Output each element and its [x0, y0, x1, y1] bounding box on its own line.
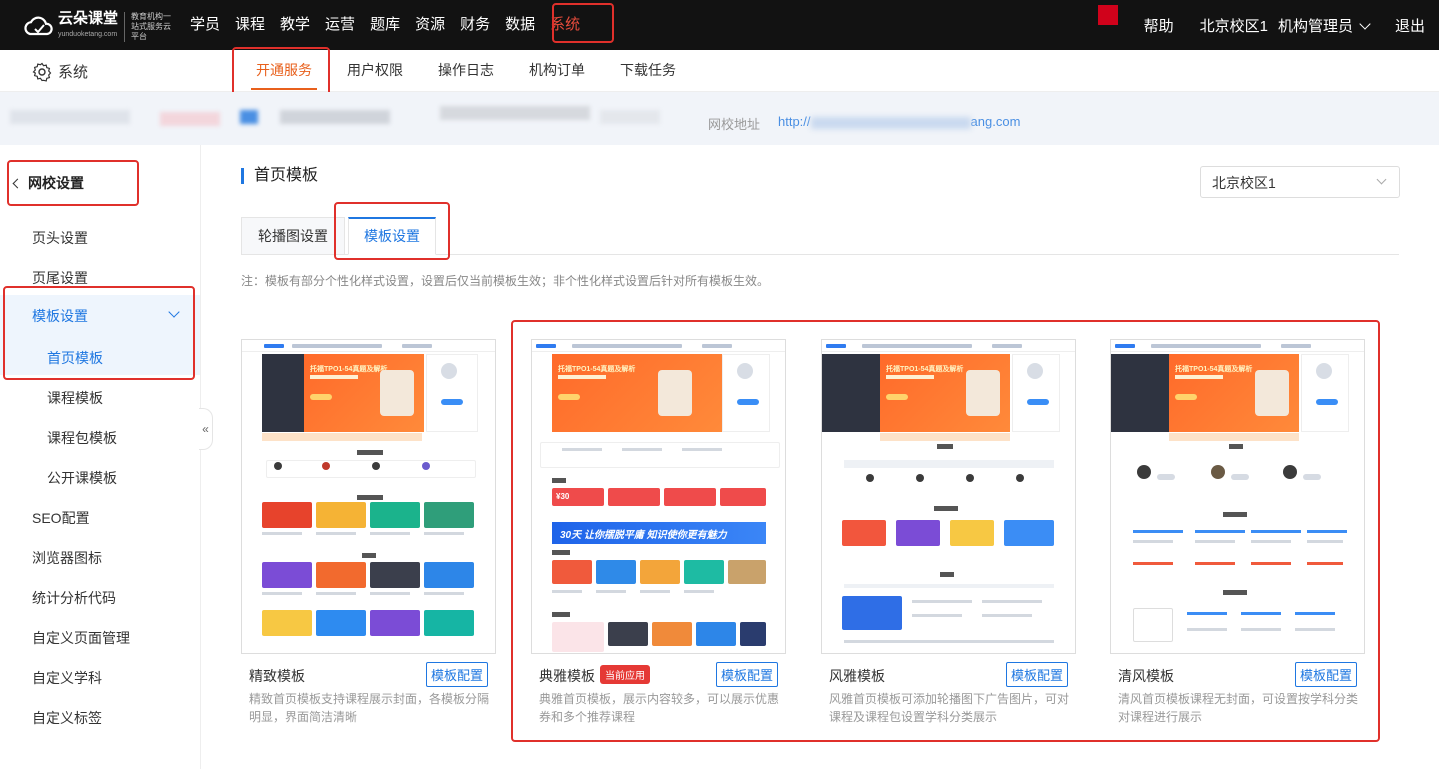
sidebar-item-custom-tags[interactable]: 自定义标签	[32, 708, 102, 728]
role-menu[interactable]: 机构管理员	[1277, 15, 1371, 36]
blurred-content	[240, 110, 258, 124]
blurred-content	[600, 110, 660, 124]
tab-user-permissions[interactable]: 用户权限	[347, 50, 403, 92]
section-title-label: 系统	[58, 64, 89, 81]
logout-link[interactable]: 退出	[1395, 15, 1425, 36]
sidebar-collapse-button[interactable]: «	[199, 408, 213, 450]
campus-switch[interactable]: 北京校区1	[1200, 15, 1268, 36]
sub-navigation-bar: 系统 开通服务 用户权限 操作日志 机构订单 下载任务	[0, 50, 1439, 92]
template-note: 注：模板有部分个性化样式设置，设置后仅当前模板生效；非个性化样式设置后针对所有模…	[241, 274, 770, 288]
nav-teaching[interactable]: 教学	[280, 0, 310, 50]
settings-sidebar: 网校设置 页头设置 页尾设置 模板设置 首页模板 课程模板 课程包模板 公开课模…	[0, 145, 201, 769]
nav-students[interactable]: 学员	[190, 0, 220, 50]
sidebar-item-analytics-code[interactable]: 统计分析代码	[32, 588, 116, 608]
template-config-button[interactable]: 模板配置	[425, 662, 488, 687]
nav-courses[interactable]: 课程	[235, 0, 265, 50]
notification-marker[interactable]	[1097, 5, 1118, 25]
nav-resources[interactable]: 资源	[415, 0, 445, 50]
sidebar-item-favicon[interactable]: 浏览器图标	[32, 548, 102, 568]
template-name: 精致模板	[249, 668, 305, 684]
nav-question-bank[interactable]: 题库	[370, 0, 400, 50]
highlight-template-cards	[511, 320, 1380, 742]
chevron-down-icon	[1376, 174, 1387, 185]
sidebar-item-seo[interactable]: SEO配置	[32, 508, 90, 528]
school-address-url[interactable]: http://ang.com	[778, 114, 1020, 129]
help-link[interactable]: 帮助	[1144, 15, 1174, 36]
sidebar-item-custom-subjects[interactable]: 自定义学科	[32, 668, 102, 688]
blurred-content	[10, 110, 130, 124]
nav-finance[interactable]: 财务	[460, 0, 490, 50]
blurred-content	[280, 110, 390, 124]
main-nav: 学员 课程 教学 运营 题库 资源 财务 数据 系统	[190, 0, 595, 50]
brand-domain: yunduoketang.com	[58, 31, 118, 38]
campus-select-value: 北京校区1	[1212, 175, 1276, 191]
cloud-logo-icon	[24, 14, 54, 40]
highlight-template-settings	[3, 286, 195, 380]
sidebar-item-header[interactable]: 页头设置	[32, 228, 88, 248]
blurred-content	[160, 112, 220, 126]
sidebar-item-open-class-template[interactable]: 公开课模板	[47, 468, 117, 488]
top-navigation-bar: 云朵课堂 yunduoketang.com 教育机构一站式服务云平台 学员 课程…	[0, 0, 1439, 50]
school-address-label: 网校地址	[708, 117, 761, 132]
tab-download-tasks[interactable]: 下载任务	[620, 50, 676, 92]
highlight-template-tab	[334, 202, 450, 260]
sidebar-item-footer[interactable]: 页尾设置	[32, 268, 88, 288]
brand-name: 云朵课堂 yunduoketang.com	[58, 11, 118, 43]
page-title: 首页模板	[241, 168, 318, 184]
chevron-down-icon	[1359, 17, 1371, 30]
tab-org-orders[interactable]: 机构订单	[529, 50, 585, 92]
gear-icon	[32, 62, 52, 82]
brand-logo[interactable]: 云朵课堂 yunduoketang.com 教育机构一站式服务云平台	[24, 11, 176, 43]
sidebar-item-package-template[interactable]: 课程包模板	[47, 428, 117, 448]
section-title: 系统	[32, 61, 88, 82]
top-right-actions: 帮助 北京校区1 机构管理员 退出	[1097, 0, 1425, 50]
tab-carousel-settings[interactable]: 轮播图设置	[241, 217, 345, 255]
school-address-banner: 网校地址 http://ang.com	[0, 92, 1439, 145]
nav-data[interactable]: 数据	[505, 0, 535, 50]
template-preview-jingzhi[interactable]: 托福TPO1-54真题及解析	[241, 339, 496, 654]
blurred-content	[440, 106, 590, 120]
nav-operations[interactable]: 运营	[325, 0, 355, 50]
template-card-jingzhi: 托福TPO1-54真题及解析 精致模板 模板配置 精致首页模板支持课程展示封面，…	[241, 339, 496, 724]
campus-select[interactable]: 北京校区1	[1200, 166, 1400, 198]
sidebar-item-course-template[interactable]: 课程模板	[47, 388, 103, 408]
hero-text: 托福TPO1-54真题及解析	[310, 366, 388, 373]
tab-operation-log[interactable]: 操作日志	[438, 50, 494, 92]
template-description: 精致首页模板支持课程展示封面，各模板分隔明显，界面简洁清晰	[249, 692, 490, 724]
role-label: 机构管理员	[1277, 17, 1353, 35]
sidebar-item-custom-pages[interactable]: 自定义页面管理	[32, 628, 130, 648]
highlight-nav-system	[552, 3, 614, 43]
brand-slogan: 教育机构一站式服务云平台	[124, 12, 176, 42]
highlight-school-settings	[7, 160, 139, 206]
